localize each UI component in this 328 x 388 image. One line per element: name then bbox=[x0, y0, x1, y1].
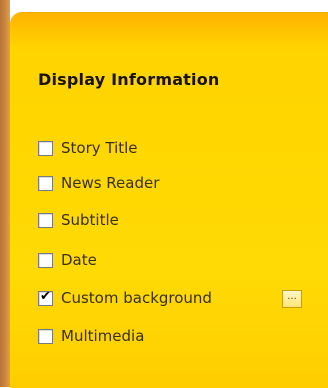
subtitle-checkbox[interactable] bbox=[38, 212, 53, 228]
option-news-reader[interactable]: News Reader bbox=[38, 172, 159, 194]
story-title-checkbox[interactable] bbox=[38, 140, 53, 156]
option-story-title[interactable]: Story Title bbox=[38, 137, 138, 159]
window-edge bbox=[0, 0, 10, 387]
date-label[interactable]: Date bbox=[61, 251, 97, 269]
multimedia-checkbox[interactable] bbox=[38, 328, 53, 344]
custom-background-label[interactable]: Custom background bbox=[61, 289, 212, 307]
news-reader-label[interactable]: News Reader bbox=[61, 174, 159, 192]
news-reader-checkbox[interactable] bbox=[38, 175, 53, 191]
story-title-label[interactable]: Story Title bbox=[61, 139, 138, 157]
screen: Display Information Story Title News Rea… bbox=[0, 0, 328, 388]
custom-background-checkbox[interactable]: ✔ bbox=[38, 288, 53, 306]
section-title: Display Information bbox=[38, 70, 220, 89]
option-subtitle[interactable]: Subtitle bbox=[38, 209, 119, 231]
option-date[interactable]: Date bbox=[38, 249, 97, 271]
option-custom-background[interactable]: ✔ Custom background bbox=[38, 287, 212, 309]
panel-header-bar bbox=[10, 13, 328, 47]
custom-background-browse-button[interactable]: ... bbox=[282, 290, 302, 308]
option-multimedia[interactable]: Multimedia bbox=[38, 325, 144, 347]
multimedia-label[interactable]: Multimedia bbox=[61, 327, 144, 345]
check-icon: ✔ bbox=[40, 288, 51, 304]
date-checkbox[interactable] bbox=[38, 252, 53, 268]
subtitle-label[interactable]: Subtitle bbox=[61, 211, 119, 229]
